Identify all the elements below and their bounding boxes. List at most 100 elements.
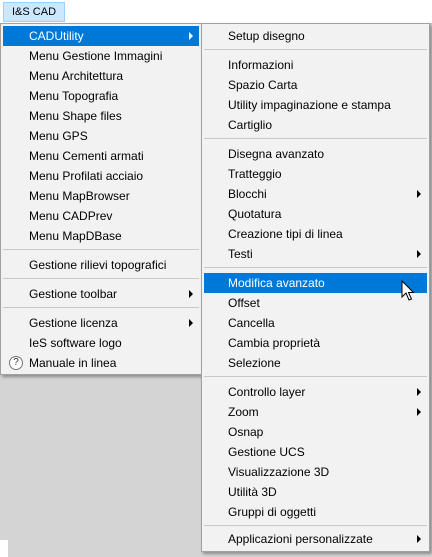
menu-item-modifica-avanzato[interactable]: Modifica avanzato (204, 273, 427, 293)
menu-item-informazioni[interactable]: Informazioni (204, 55, 427, 75)
menu-item-cadutility[interactable]: CADUtility (3, 26, 199, 46)
menu-item-profilati-acciaio[interactable]: Menu Profilati acciaio (3, 166, 199, 186)
menu-item-testi[interactable]: Testi (204, 244, 427, 264)
menu-item-label: Menu Profilati acciaio (29, 169, 144, 183)
menu-item-utility-impaginazione[interactable]: Utility impaginazione e stampa (204, 95, 427, 115)
mouse-pointer-icon (401, 280, 415, 301)
menu-separator (204, 525, 427, 526)
menu-item-label: Menu MapDBase (29, 229, 122, 243)
menu-item-label: Menu CADPrev (29, 209, 113, 223)
menu-item-shape-files[interactable]: Menu Shape files (3, 106, 199, 126)
menu-item-gestione-rilievi[interactable]: Gestione rilievi topografici (3, 255, 199, 275)
menu-item-label: Gruppi di oggetti (228, 505, 317, 519)
menu-item-cadprev[interactable]: Menu CADPrev (3, 206, 199, 226)
cadutility-submenu: Setup disegno Informazioni Spazio Carta … (201, 23, 430, 552)
menu-item-blocchi[interactable]: Blocchi (204, 184, 427, 204)
menu-item-cancella[interactable]: Cancella (204, 313, 427, 333)
menu-item-zoom[interactable]: Zoom (204, 402, 427, 422)
menu-item-spazio-carta[interactable]: Spazio Carta (204, 75, 427, 95)
menu-item-label: Menu MapBrowser (29, 189, 130, 203)
menu-item-label: Offset (228, 296, 260, 310)
menu-item-gestione-toolbar[interactable]: Gestione toolbar (3, 284, 199, 304)
menu-item-label: Utility impaginazione e stampa (228, 98, 391, 112)
menu-item-gruppi-oggetti[interactable]: Gruppi di oggetti (204, 502, 427, 522)
chevron-right-icon (417, 408, 421, 416)
menu-item-cartiglio[interactable]: Cartiglio (204, 115, 427, 135)
menu-item-label: Visualizzazione 3D (228, 465, 330, 479)
menu-item-quotatura[interactable]: Quotatura (204, 204, 427, 224)
menu-item-label: Cartiglio (228, 118, 273, 132)
menu-item-label: Menu Architettura (29, 69, 124, 83)
menu-item-gestione-ucs[interactable]: Gestione UCS (204, 442, 427, 462)
menu-item-cambia-proprieta[interactable]: Cambia proprietà (204, 333, 427, 353)
menu-item-label: Gestione rilievi topografici (29, 258, 167, 272)
menubar-item-ies-cad[interactable]: I&S CAD (3, 2, 66, 22)
menu-item-label: Testi (228, 247, 253, 261)
chevron-right-icon (189, 290, 193, 298)
menu-separator (204, 267, 427, 268)
menu-separator (204, 376, 427, 377)
menu-item-gestione-licenza[interactable]: Gestione licenza (3, 313, 199, 333)
menu-item-manuale-in-linea[interactable]: ? Manuale in linea (3, 353, 199, 373)
menu-item-label: Gestione UCS (228, 445, 305, 459)
menu-separator (3, 278, 199, 279)
chevron-right-icon (417, 250, 421, 258)
menu-item-label: Quotatura (228, 207, 282, 221)
main-dropdown-menu: CADUtility Menu Gestione Immagini Menu A… (0, 23, 202, 375)
menu-item-architettura[interactable]: Menu Architettura (3, 66, 199, 86)
menu-item-label: Menu GPS (29, 129, 88, 143)
menu-item-creazione-tipi-linea[interactable]: Creazione tipi di linea (204, 224, 427, 244)
menu-item-mapdbase[interactable]: Menu MapDBase (3, 226, 199, 246)
menu-separator (3, 249, 199, 250)
menu-item-visualizzazione-3d[interactable]: Visualizzazione 3D (204, 462, 427, 482)
help-icon: ? (9, 356, 23, 370)
menu-separator (204, 138, 427, 139)
menu-item-label: CADUtility (29, 29, 84, 43)
menu-item-label: Selezione (228, 356, 281, 370)
menu-item-label: Cancella (228, 316, 275, 330)
menu-item-label: Informazioni (228, 58, 294, 72)
menu-item-label: Disegna avanzato (228, 147, 325, 161)
menu-item-label: Applicazioni personalizzate (228, 532, 373, 546)
chevron-right-icon (189, 32, 193, 40)
menu-item-applicazioni-personalizzate[interactable]: Applicazioni personalizzate (204, 529, 427, 549)
chevron-right-icon (417, 388, 421, 396)
menu-item-label: Tratteggio (228, 167, 282, 181)
menu-item-topografia[interactable]: Menu Topografia (3, 86, 199, 106)
menu-item-label: Manuale in linea (29, 356, 117, 370)
menu-item-label: Modifica avanzato (228, 276, 325, 290)
menu-item-label: Menu Cementi armati (29, 149, 144, 163)
menu-item-label: Menu Topografia (29, 89, 119, 103)
chevron-right-icon (417, 535, 421, 543)
menu-item-offset[interactable]: Offset (204, 293, 427, 313)
menu-item-gps[interactable]: Menu GPS (3, 126, 199, 146)
menu-item-label: Menu Gestione Immagini (29, 49, 163, 63)
chevron-right-icon (417, 190, 421, 198)
menu-item-label: IeS software logo (29, 336, 122, 350)
menu-item-gestione-immagini[interactable]: Menu Gestione Immagini (3, 46, 199, 66)
menu-item-tratteggio[interactable]: Tratteggio (204, 164, 427, 184)
menu-item-label: Gestione toolbar (29, 287, 118, 301)
menu-item-disegna-avanzato[interactable]: Disegna avanzato (204, 144, 427, 164)
menu-item-label: Osnap (228, 425, 264, 439)
menu-item-cementi-armati[interactable]: Menu Cementi armati (3, 146, 199, 166)
menu-item-label: Zoom (228, 405, 259, 419)
menu-item-selezione[interactable]: Selezione (204, 353, 427, 373)
menu-item-label: Cambia proprietà (228, 336, 321, 350)
menu-item-label: Utilità 3D (228, 485, 277, 499)
menu-item-ies-software-logo[interactable]: IeS software logo (3, 333, 199, 353)
chevron-right-icon (189, 319, 193, 327)
menu-item-utilita-3d[interactable]: Utilità 3D (204, 482, 427, 502)
menu-item-label: Controllo layer (228, 385, 306, 399)
menu-item-label: Gestione licenza (29, 316, 118, 330)
menu-item-label: Spazio Carta (228, 78, 298, 92)
menu-item-osnap[interactable]: Osnap (204, 422, 427, 442)
menu-item-mapbrowser[interactable]: Menu MapBrowser (3, 186, 199, 206)
menu-item-label: Creazione tipi di linea (228, 227, 343, 241)
menu-separator (204, 49, 427, 50)
menu-item-controllo-layer[interactable]: Controllo layer (204, 382, 427, 402)
menu-item-label: Blocchi (228, 187, 267, 201)
background-strip (0, 540, 8, 557)
menu-separator (3, 307, 199, 308)
menu-item-setup-disegno[interactable]: Setup disegno (204, 26, 427, 46)
